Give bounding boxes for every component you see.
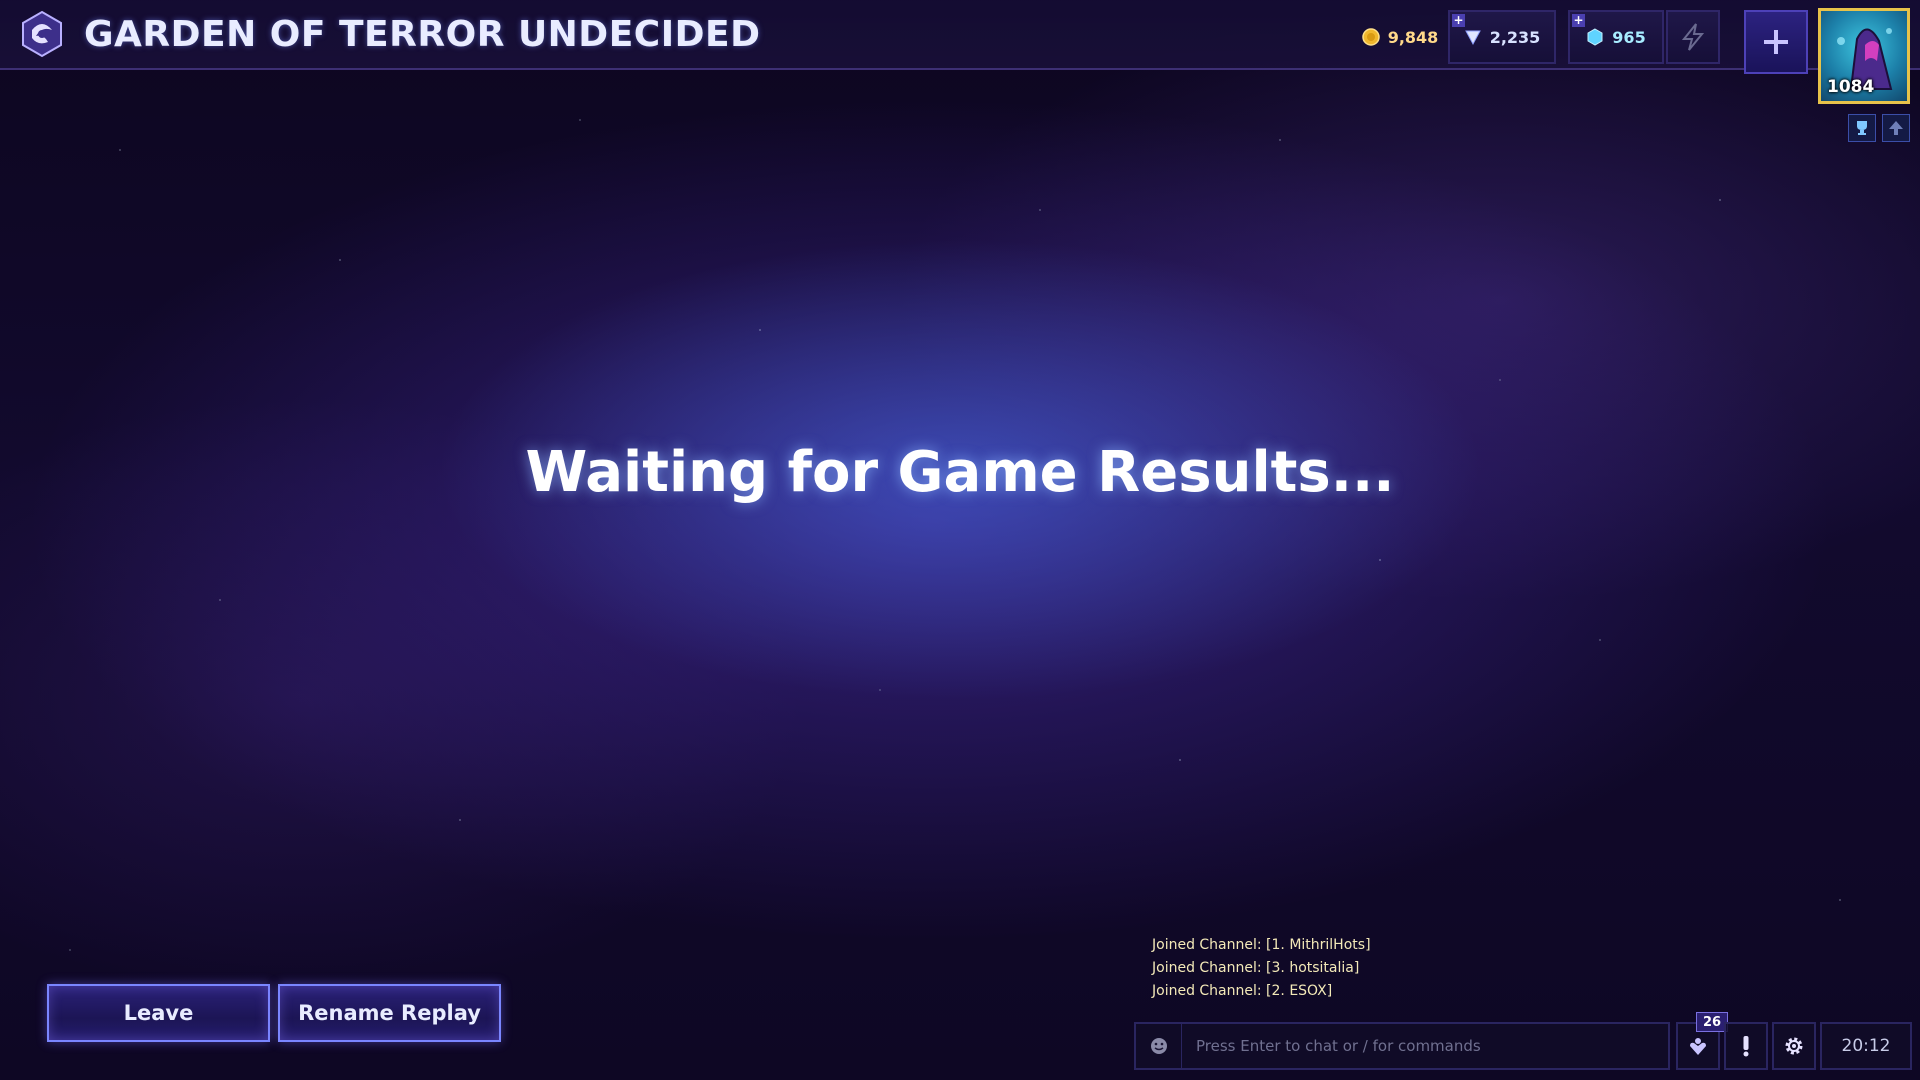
alerts-button[interactable] bbox=[1724, 1022, 1768, 1070]
plus-icon bbox=[1764, 30, 1788, 54]
friends-heart-icon bbox=[1690, 1038, 1706, 1055]
boost-button[interactable] bbox=[1666, 10, 1720, 64]
lightning-boost-icon bbox=[1681, 23, 1705, 51]
clock: 20:12 bbox=[1820, 1022, 1912, 1070]
gold-amount: 9,848 bbox=[1387, 27, 1439, 47]
shards-amount: 965 bbox=[1612, 27, 1646, 47]
trophy-icon[interactable] bbox=[1848, 114, 1876, 142]
gear-icon bbox=[1785, 1037, 1803, 1055]
rename-replay-button[interactable]: Rename Replay bbox=[278, 984, 501, 1042]
emoji-icon[interactable] bbox=[1136, 1024, 1182, 1068]
gold-currency[interactable]: 9,848 bbox=[1350, 10, 1450, 64]
chat-message: Joined Channel: [1. MithrilHots] bbox=[1152, 937, 1371, 953]
add-button[interactable] bbox=[1744, 10, 1808, 74]
gems-amount: 2,235 bbox=[1489, 27, 1541, 47]
player-portrait[interactable]: 1084 bbox=[1818, 8, 1910, 104]
chat-input-bar bbox=[1134, 1022, 1670, 1070]
leave-button[interactable]: Leave bbox=[47, 984, 270, 1042]
gem-icon bbox=[1464, 30, 1481, 46]
chat-message: Joined Channel: [2. ESOX] bbox=[1152, 983, 1333, 999]
chat-message: Joined Channel: [3. hotsitalia] bbox=[1152, 960, 1360, 976]
waiting-status-text: Waiting for Game Results... bbox=[525, 440, 1395, 505]
shard-icon bbox=[1587, 28, 1603, 46]
top-bar: GARDEN OF TERROR UNDECIDED 9,848 + 2,235… bbox=[0, 0, 1920, 74]
shards-currency[interactable]: + 965 bbox=[1568, 10, 1664, 64]
page-title: GARDEN OF TERROR UNDECIDED bbox=[84, 14, 761, 55]
player-level: 1084 bbox=[1827, 77, 1875, 97]
add-shards-plus-icon[interactable]: + bbox=[1572, 14, 1585, 27]
chat-log: Joined Channel: [1. MithrilHots] Joined … bbox=[1152, 934, 1371, 1003]
level-up-arrow-icon[interactable] bbox=[1882, 114, 1910, 142]
gold-coin-icon bbox=[1361, 28, 1380, 46]
starfield-background bbox=[0, 0, 1920, 1080]
gems-currency[interactable]: + 2,235 bbox=[1448, 10, 1556, 64]
exclamation-icon bbox=[1743, 1036, 1749, 1057]
heroes-nexus-logo-icon[interactable] bbox=[18, 10, 66, 58]
chat-input[interactable] bbox=[1182, 1037, 1668, 1055]
add-gems-plus-icon[interactable]: + bbox=[1452, 14, 1465, 27]
settings-button[interactable] bbox=[1772, 1022, 1816, 1070]
